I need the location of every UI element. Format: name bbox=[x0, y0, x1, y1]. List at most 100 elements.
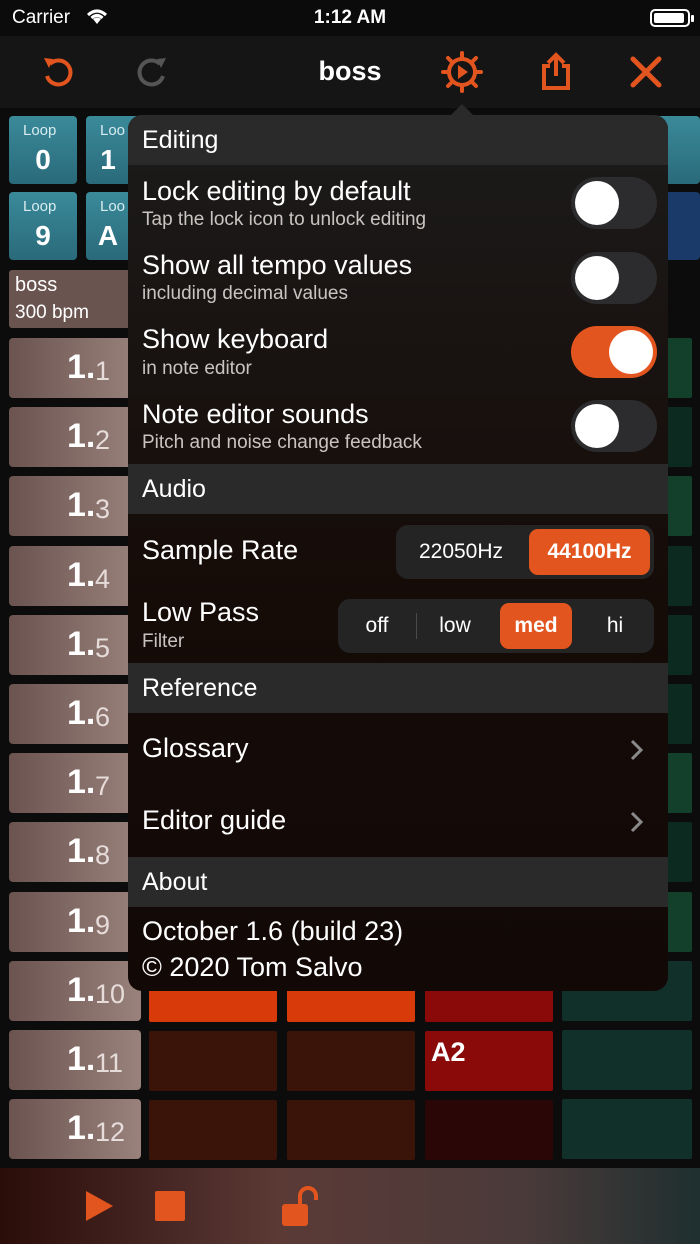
step-row-label[interactable]: 1. 8 bbox=[9, 822, 141, 883]
loop-number: 9 bbox=[35, 220, 51, 251]
step-row-label[interactable]: 1. 1 bbox=[9, 338, 141, 398]
step-minor: 12 bbox=[95, 1117, 126, 1148]
step-minor: 5 bbox=[95, 632, 111, 663]
play-icon bbox=[86, 1191, 113, 1221]
note-cell[interactable]: A2 bbox=[425, 1031, 553, 1091]
redo-icon bbox=[137, 58, 166, 87]
stop-button[interactable] bbox=[148, 1184, 192, 1228]
step-row-label[interactable]: 1. 4 bbox=[9, 545, 141, 606]
lock-button[interactable] bbox=[278, 1184, 322, 1228]
unlock-icon bbox=[282, 1186, 318, 1226]
section-header-reference: Reference bbox=[128, 663, 668, 713]
low-pass-hi[interactable]: hi bbox=[580, 603, 650, 649]
tempo-values-subtitle: including decimal values bbox=[142, 283, 348, 304]
keyboard-label: Show keyboard bbox=[142, 324, 329, 354]
step-major: 1. bbox=[67, 970, 96, 1009]
step-minor: 1 bbox=[95, 356, 111, 386]
step-major: 1. bbox=[67, 348, 96, 386]
sample-rate-22050[interactable]: 22050Hz bbox=[400, 529, 522, 575]
step-major: 1. bbox=[67, 417, 96, 456]
settings-button[interactable] bbox=[440, 50, 484, 94]
low-pass-low[interactable]: low bbox=[420, 603, 490, 649]
lock-editing-toggle[interactable] bbox=[571, 177, 657, 229]
step-row-label[interactable]: 1. 10 bbox=[9, 960, 141, 1021]
note-cell[interactable] bbox=[287, 1100, 415, 1160]
tempo-values-toggle[interactable] bbox=[571, 252, 657, 304]
track-tempo: 300 bpm bbox=[15, 302, 89, 323]
low-pass-label: Low Pass bbox=[142, 597, 260, 627]
note-cell[interactable] bbox=[149, 1031, 277, 1091]
section-title: About bbox=[142, 868, 208, 896]
stop-icon bbox=[155, 1191, 185, 1221]
battery-icon bbox=[650, 9, 694, 27]
step-row-label[interactable]: 1. 5 bbox=[9, 614, 141, 675]
undo-icon bbox=[44, 58, 73, 87]
chevron-right-icon bbox=[630, 739, 644, 761]
step-row-label[interactable]: 1. 7 bbox=[9, 753, 141, 814]
step-major: 1. bbox=[67, 486, 96, 525]
step-row-label[interactable]: 1. 2 bbox=[9, 407, 141, 468]
editor-sounds-toggle[interactable] bbox=[571, 400, 657, 452]
step-major: 1. bbox=[67, 763, 96, 802]
note-cell[interactable] bbox=[562, 1030, 692, 1090]
close-icon bbox=[630, 56, 662, 88]
sample-rate-control: 22050Hz 44100Hz bbox=[396, 525, 654, 579]
share-icon bbox=[542, 52, 570, 90]
note-cell[interactable] bbox=[562, 1099, 692, 1160]
track-name: boss bbox=[15, 274, 58, 296]
lock-editing-subtitle: Tap the lock icon to unlock editing bbox=[142, 209, 427, 230]
note-label: A2 bbox=[431, 1037, 466, 1067]
step-row-label[interactable]: 1. 6 bbox=[9, 684, 141, 744]
step-major: 1. bbox=[67, 624, 96, 663]
share-button[interactable] bbox=[534, 50, 578, 94]
section-title: Reference bbox=[142, 674, 258, 702]
step-minor: 7 bbox=[95, 771, 111, 802]
step-row-label[interactable]: 1. 12 bbox=[9, 1099, 141, 1160]
undo-button[interactable] bbox=[36, 50, 80, 94]
settings-popover: Editing Lock editing by default Tap the … bbox=[128, 115, 668, 991]
glossary-label: Glossary bbox=[142, 733, 249, 763]
editor-sounds-label: Note editor sounds bbox=[142, 399, 369, 429]
step-minor: 9 bbox=[95, 909, 111, 940]
loop-label: Loop bbox=[23, 198, 57, 215]
loop-tile[interactable]: Loop 9 bbox=[9, 192, 77, 260]
redo-button[interactable] bbox=[130, 50, 174, 94]
gear-icon bbox=[441, 51, 483, 93]
section-title: Audio bbox=[142, 475, 206, 503]
section-header-audio: Audio bbox=[128, 464, 668, 514]
loop-number: 0 bbox=[35, 144, 51, 175]
step-major: 1. bbox=[67, 694, 96, 732]
note-cell[interactable] bbox=[425, 1100, 553, 1160]
loop-tile[interactable]: Loop 0 bbox=[9, 116, 77, 184]
step-row-label[interactable]: 1. 11 bbox=[9, 1030, 141, 1090]
low-pass-med[interactable]: med bbox=[500, 603, 572, 649]
section-title: Editing bbox=[142, 126, 219, 154]
sample-rate-44100[interactable]: 44100Hz bbox=[529, 529, 650, 575]
step-minor: 8 bbox=[95, 840, 111, 871]
copyright-text: © 2020 Tom Salvo bbox=[142, 952, 363, 982]
keyboard-toggle[interactable] bbox=[571, 326, 657, 378]
loop-label: Loo bbox=[100, 122, 126, 139]
step-row-label[interactable]: 1. 9 bbox=[9, 891, 141, 952]
glossary-row[interactable]: Glossary bbox=[128, 715, 668, 783]
section-header-about: About bbox=[128, 857, 668, 907]
close-button[interactable] bbox=[624, 50, 668, 94]
keyboard-subtitle: in note editor bbox=[142, 358, 252, 379]
step-row-label[interactable]: 1. 3 bbox=[9, 476, 141, 537]
low-pass-control: off low med hi bbox=[338, 599, 654, 653]
low-pass-off[interactable]: off bbox=[342, 603, 412, 649]
step-major: 1. bbox=[67, 1109, 96, 1148]
note-cell[interactable] bbox=[287, 1031, 415, 1091]
track-info[interactable]: boss 300 bpm bbox=[9, 270, 139, 328]
editor-guide-row[interactable]: Editor guide bbox=[128, 787, 668, 855]
step-minor: 3 bbox=[95, 494, 111, 525]
play-button[interactable] bbox=[76, 1184, 120, 1228]
step-minor: 6 bbox=[95, 702, 111, 732]
note-cell[interactable] bbox=[149, 1100, 277, 1160]
transport-toolbar bbox=[0, 1168, 700, 1244]
step-major: 1. bbox=[67, 832, 96, 871]
clock: 1:12 AM bbox=[313, 7, 387, 28]
step-major: 1. bbox=[67, 555, 96, 594]
editor-sounds-subtitle: Pitch and noise change feedback bbox=[142, 432, 422, 453]
step-minor: 4 bbox=[95, 563, 111, 594]
